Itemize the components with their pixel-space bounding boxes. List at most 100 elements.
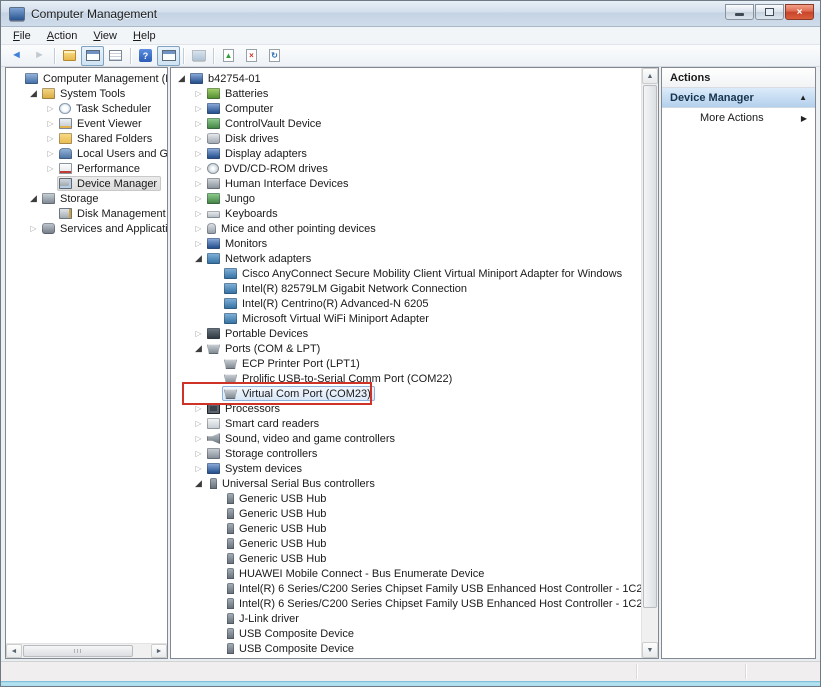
properties-button[interactable] [104,46,127,66]
expander-open-icon[interactable]: ◢ [175,73,188,84]
device-tree-item[interactable]: ▷Keyboards [171,206,641,221]
device-tree-item[interactable]: Virtual Com Port (COM23) [171,386,641,401]
device-tree-item[interactable]: ◢Universal Serial Bus controllers [171,476,641,491]
expander-closed-icon[interactable]: ▷ [192,434,205,443]
device-tree-item[interactable]: ▷Disk drives [171,131,641,146]
expander-closed-icon[interactable]: ▷ [192,134,205,143]
device-tree-item[interactable]: ▷Sound, video and game controllers [171,431,641,446]
expander-closed-icon[interactable]: ▷ [44,134,57,143]
device-tree-item[interactable]: USB Mass Storage Device [171,656,641,659]
remote-computer-button[interactable] [187,46,210,66]
console-tree-item[interactable]: ▷Local Users and Groups [6,146,167,161]
menu-help[interactable]: Help [125,29,164,43]
minimize-button[interactable] [725,4,754,20]
console-tree-item[interactable]: ▷Task Scheduler [6,101,167,116]
expander-closed-icon[interactable]: ▷ [192,224,205,233]
device-tree-item[interactable]: ▷ControlVault Device [171,116,641,131]
device-tree-item[interactable]: ▷System devices [171,461,641,476]
scroll-left-button[interactable]: ◄ [6,644,22,658]
expander-closed-icon[interactable]: ▷ [192,404,205,413]
menu-action[interactable]: Action [39,29,86,43]
expander-closed-icon[interactable]: ▷ [44,149,57,158]
device-tree-item[interactable]: ▷Portable Devices [171,326,641,341]
device-tree-item[interactable]: Generic USB Hub [171,551,641,566]
expander-closed-icon[interactable]: ▷ [192,239,205,248]
expander-closed-icon[interactable]: ▷ [44,119,57,128]
expander-closed-icon[interactable]: ▷ [44,164,57,173]
device-tree-item[interactable]: ▷Smart card readers [171,416,641,431]
device-tree-item[interactable]: Generic USB Hub [171,536,641,551]
console-tree-item[interactable]: Disk Management [6,206,167,221]
device-tree-item[interactable]: Intel(R) 6 Series/C200 Series Chipset Fa… [171,581,641,596]
expander-closed-icon[interactable]: ▷ [192,104,205,113]
device-tree-item[interactable]: Intel(R) 6 Series/C200 Series Chipset Fa… [171,596,641,611]
device-tree-item[interactable]: Generic USB Hub [171,491,641,506]
show-console-tree-button[interactable] [58,46,81,66]
expander-closed-icon[interactable]: ▷ [192,164,205,173]
restore-button[interactable] [755,4,784,20]
title-bar[interactable]: Computer Management × [1,1,820,27]
device-tree-item[interactable]: Microsoft Virtual WiFi Miniport Adapter [171,311,641,326]
console-tree-item[interactable]: ◢Storage [6,191,167,206]
expander-open-icon[interactable]: ◢ [27,88,40,99]
expander-closed-icon[interactable]: ▷ [192,419,205,428]
expander-closed-icon[interactable]: ▷ [192,179,205,188]
update-driver-button[interactable]: ▲ [217,46,240,66]
expander-closed-icon[interactable]: ▷ [44,104,57,113]
console-tree-item[interactable]: ◢System Tools [6,86,167,101]
device-tree-item[interactable]: Cisco AnyConnect Secure Mobility Client … [171,266,641,281]
expander-closed-icon[interactable]: ▷ [192,449,205,458]
console-tree-item[interactable]: ▷Shared Folders [6,131,167,146]
device-tree-item[interactable]: ECP Printer Port (LPT1) [171,356,641,371]
device-tree-item[interactable]: ◢Ports (COM & LPT) [171,341,641,356]
device-tree-item[interactable]: J-Link driver [171,611,641,626]
console-tree-item[interactable]: ▷Event Viewer [6,116,167,131]
expander-closed-icon[interactable]: ▷ [192,209,205,218]
device-tree-item[interactable]: Generic USB Hub [171,521,641,536]
console-tree-item[interactable]: ▷Services and Applications [6,221,167,236]
more-actions-item[interactable]: More Actions ▶ [662,108,815,128]
expander-closed-icon[interactable]: ▷ [192,464,205,473]
vertical-scrollbar[interactable]: ▲ ▼ [641,68,658,658]
device-tree-item[interactable]: ▷Mice and other pointing devices [171,221,641,236]
console-window-button[interactable] [81,46,104,66]
expander-open-icon[interactable]: ◢ [192,478,205,489]
device-tree-item[interactable]: ▷Computer [171,101,641,116]
device-tree-item[interactable]: ▷Processors [171,401,641,416]
device-tree-item[interactable]: ◢b42754-01 [171,71,641,86]
collapse-arrow-icon[interactable]: ▲ [799,93,807,102]
device-tree-item[interactable]: ▷Jungo [171,191,641,206]
show-action-pane-button[interactable] [157,46,180,66]
horizontal-scrollbar[interactable]: ◄ ► [6,643,167,658]
scroll-down-button[interactable]: ▼ [642,642,658,658]
console-tree-item[interactable]: ▷Performance [6,161,167,176]
device-tree-item[interactable]: ◢Network adapters [171,251,641,266]
expander-closed-icon[interactable]: ▷ [192,329,205,338]
menu-view[interactable]: View [85,29,125,43]
forward-button[interactable]: ► [28,46,51,66]
close-button[interactable]: × [785,4,814,20]
help-button[interactable]: ? [134,46,157,66]
actions-group-device-manager[interactable]: Device Manager ▲ [662,88,815,108]
back-button[interactable]: ◄ [5,46,28,66]
expander-closed-icon[interactable]: ▷ [27,224,40,233]
scroll-up-button[interactable]: ▲ [642,68,658,84]
expander-open-icon[interactable]: ◢ [192,253,205,264]
device-tree-item[interactable]: Intel(R) Centrino(R) Advanced-N 6205 [171,296,641,311]
expander-closed-icon[interactable]: ▷ [192,194,205,203]
device-tree-item[interactable]: USB Composite Device [171,641,641,656]
device-tree-item[interactable]: HUAWEI Mobile Connect - Bus Enumerate De… [171,566,641,581]
vertical-scrollbar-thumb[interactable] [643,85,657,608]
expander-closed-icon[interactable]: ▷ [192,89,205,98]
expander-closed-icon[interactable]: ▷ [192,149,205,158]
uninstall-device-button[interactable]: × [240,46,263,66]
device-tree-item[interactable]: ▷Monitors [171,236,641,251]
horizontal-scrollbar-thumb[interactable] [23,645,133,657]
device-tree-item[interactable]: ▷Display adapters [171,146,641,161]
console-tree-item[interactable]: Device Manager [6,176,167,191]
expander-open-icon[interactable]: ◢ [192,343,205,354]
scan-hardware-button[interactable]: ↻ [263,46,286,66]
menu-file[interactable]: File [5,29,39,43]
device-tree-item[interactable]: USB Composite Device [171,626,641,641]
expander-closed-icon[interactable]: ▷ [192,119,205,128]
